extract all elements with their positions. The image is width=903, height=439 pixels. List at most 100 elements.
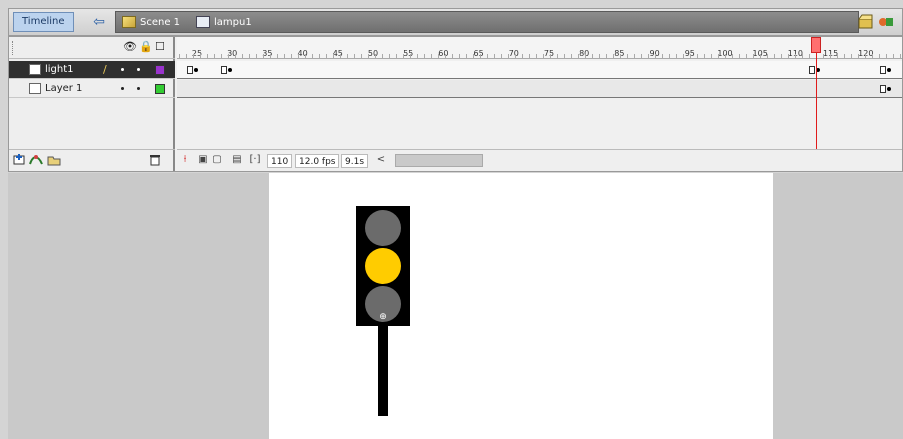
center-frame-icon[interactable]: ⍿	[179, 154, 191, 166]
frame-ruler[interactable]: 2530354045505560657075808590951001051101…	[177, 37, 902, 59]
breadcrumb-symbol[interactable]: lampu1	[196, 14, 252, 32]
lock-dot[interactable]	[137, 87, 140, 90]
keyframe[interactable]	[880, 85, 886, 93]
traffic-light-pole[interactable]	[378, 326, 388, 416]
eye-icon[interactable]: 👁	[123, 40, 137, 53]
ruler-minor-tick	[410, 54, 411, 58]
ruler-minor-tick	[781, 54, 782, 58]
onion-skin-outlines-icon[interactable]: ▢	[211, 154, 223, 166]
outline-icon[interactable]: ☐	[155, 40, 165, 53]
back-arrow-icon[interactable]: ⇦	[89, 13, 109, 31]
ruler-minor-tick	[431, 54, 432, 58]
ruler-minor-tick	[844, 54, 845, 58]
ruler-minor-tick	[697, 54, 698, 58]
layer-row-light1[interactable]: light1 /	[9, 61, 175, 79]
ruler-minor-tick	[732, 54, 733, 58]
stage-canvas[interactable]: ⊕	[269, 173, 773, 439]
visibility-dot[interactable]	[121, 87, 124, 90]
ruler-minor-tick	[277, 54, 278, 58]
ruler-minor-tick	[333, 54, 334, 58]
ruler-minor-tick	[606, 54, 607, 58]
ruler-minor-tick	[886, 54, 887, 58]
ruler-minor-tick	[263, 54, 264, 58]
ruler-minor-tick	[774, 54, 775, 58]
ruler-minor-tick	[228, 54, 229, 58]
ruler-minor-tick	[788, 54, 789, 58]
ruler-minor-tick	[767, 54, 768, 58]
edit-symbol-icon[interactable]	[878, 14, 894, 30]
keyframe[interactable]	[187, 66, 193, 74]
layer-color-swatch[interactable]	[155, 65, 165, 75]
ruler-minor-tick	[627, 54, 628, 58]
edit-bar: Timeline ⇦ Scene 1 lampu1	[8, 8, 903, 36]
ruler-minor-tick	[361, 54, 362, 58]
top-lamp[interactable]	[365, 210, 401, 246]
ruler-minor-tick	[508, 54, 509, 58]
lock-dot[interactable]	[137, 68, 140, 71]
panel-grip-icon[interactable]	[12, 41, 14, 55]
layer-icon	[29, 83, 41, 94]
frames-area[interactable]: 2530354045505560657075808590951001051101…	[177, 37, 902, 171]
layer-row-layer1[interactable]: Layer 1	[9, 80, 175, 98]
ruler-minor-tick	[396, 54, 397, 58]
scroll-left-arrow[interactable]: <	[375, 154, 387, 166]
edit-tools	[858, 12, 898, 32]
layers-header: 👁 🔒 ☐	[9, 37, 175, 59]
scene-icon	[122, 16, 136, 28]
ruler-minor-tick	[634, 54, 635, 58]
middle-lamp[interactable]	[365, 248, 401, 284]
modify-onion-markers-icon[interactable]: [·]	[249, 154, 261, 166]
ruler-minor-tick	[242, 54, 243, 58]
ruler-minor-tick	[424, 54, 425, 58]
new-layer-icon[interactable]	[13, 154, 25, 169]
edit-scene-icon[interactable]	[858, 14, 874, 30]
ruler-minor-tick	[515, 54, 516, 58]
traffic-light-housing[interactable]: ⊕	[356, 206, 410, 326]
layer-name[interactable]: Layer 1	[45, 82, 82, 96]
ruler-minor-tick	[823, 54, 824, 58]
lock-icon[interactable]: 🔒	[139, 40, 153, 53]
ruler-minor-tick	[347, 54, 348, 58]
trash-icon[interactable]	[149, 154, 161, 169]
ruler-minor-tick	[753, 54, 754, 58]
current-frame: 110	[267, 154, 293, 168]
layer-name[interactable]: light1	[45, 63, 74, 77]
ruler-tick-label: 70	[508, 49, 519, 58]
ruler-minor-tick	[809, 54, 810, 58]
playhead[interactable]	[811, 37, 821, 53]
frame-row-light1[interactable]	[177, 61, 902, 79]
ruler-minor-tick	[893, 54, 894, 58]
onion-skin-icon[interactable]: ▣	[197, 154, 209, 166]
ruler-tick-label: 60	[438, 49, 449, 58]
edit-multiple-frames-icon[interactable]: ▤	[231, 154, 243, 166]
symbol-icon	[196, 16, 210, 28]
ruler-minor-tick	[718, 54, 719, 58]
ruler-minor-tick	[326, 54, 327, 58]
ruler-minor-tick	[200, 54, 201, 58]
ruler-minor-tick	[620, 54, 621, 58]
ruler-minor-tick	[501, 54, 502, 58]
layer-color-swatch[interactable]	[155, 84, 165, 94]
keyframe-dot	[887, 87, 891, 91]
ruler-minor-tick	[445, 54, 446, 58]
registration-point-icon: ⊕	[379, 312, 387, 322]
ruler-minor-tick	[459, 54, 460, 58]
elapsed-time: 9.1s	[341, 154, 369, 168]
ruler-minor-tick	[613, 54, 614, 58]
breadcrumb: Scene 1 lampu1	[115, 11, 859, 33]
breadcrumb-scene[interactable]: Scene 1	[122, 14, 180, 32]
timeline-button[interactable]: Timeline	[13, 12, 74, 32]
keyframe[interactable]	[809, 66, 815, 74]
new-folder-icon[interactable]	[47, 154, 61, 169]
ruler-minor-tick	[389, 54, 390, 58]
visibility-dot[interactable]	[121, 68, 124, 71]
keyframe[interactable]	[880, 66, 886, 74]
ruler-minor-tick	[592, 54, 593, 58]
ruler-minor-tick	[879, 54, 880, 58]
keyframe[interactable]	[221, 66, 227, 74]
add-motion-guide-icon[interactable]	[29, 154, 43, 169]
timeline-scrollbar[interactable]	[395, 154, 483, 167]
frame-row-layer1[interactable]	[177, 80, 902, 98]
ruler-minor-tick	[599, 54, 600, 58]
ruler-minor-tick	[571, 54, 572, 58]
